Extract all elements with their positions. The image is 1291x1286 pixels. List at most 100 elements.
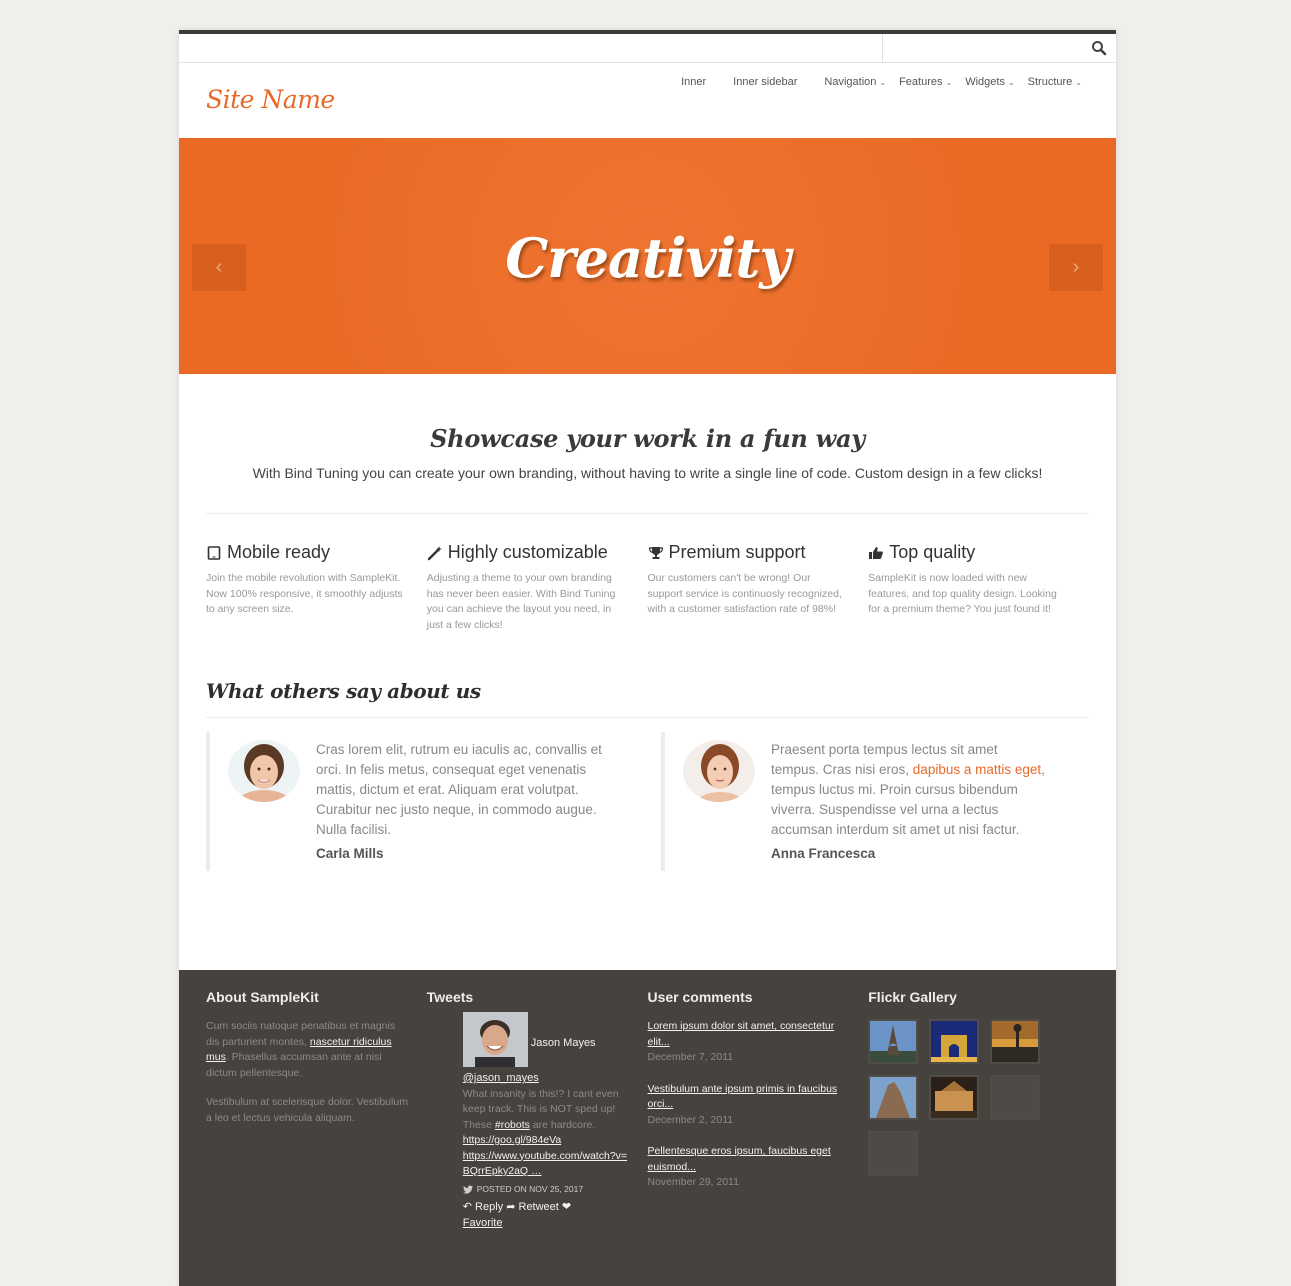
- twitter-bird-icon: [462, 1185, 473, 1194]
- testimonial-quote: Praesent porta tempus lectus sit amet te…: [771, 740, 1048, 840]
- comment-item: Pellentesque eros ipsum, faucibus eget e…: [648, 1144, 851, 1191]
- footer-column-title: About SampleKit: [206, 989, 319, 1005]
- tweet-link[interactable]: https://goo.gl/984eVa: [463, 1133, 630, 1149]
- chevron-down-icon: ⌄: [945, 77, 953, 87]
- chevron-right-icon: ›: [1072, 256, 1080, 278]
- gallery-thumbnail[interactable]: [868, 1019, 919, 1064]
- gallery-thumbnail[interactable]: [990, 1075, 1041, 1120]
- chevron-down-icon: ⌄: [1075, 77, 1082, 87]
- feature-premium-support: Premium support Our customers can't be w…: [648, 542, 869, 633]
- tweet-actions: ↶ Reply ➦ Retweet ❤ Favorite: [463, 1199, 630, 1231]
- gallery-thumbnail[interactable]: [990, 1019, 1041, 1064]
- footer-column-title: User comments: [647, 989, 753, 1005]
- about-paragraph: Vestibulum at scelerisque dolor. Vestibu…: [206, 1096, 408, 1124]
- feature-title: Highly customizable: [447, 542, 608, 562]
- search-box: [882, 34, 1116, 62]
- nav-label: Features: [899, 76, 943, 88]
- header: Site Name Inner Inner sidebar Navigation…: [179, 63, 1116, 138]
- tweet-body: What insanity is this!? I cant even keep…: [463, 1087, 630, 1134]
- comment-item: Vestibulum ante ipsum primis in faucibus…: [648, 1082, 851, 1129]
- avatar[interactable]: [462, 1012, 528, 1067]
- testimonials-title: What others say about us: [206, 679, 481, 703]
- flickr-gallery: [868, 1019, 1071, 1176]
- feature-heading: Top quality: [868, 542, 1069, 563]
- reply-icon: ↶: [462, 1201, 472, 1213]
- about-text: . Phasellus accumsan ante at nisi dictum…: [206, 1051, 382, 1079]
- comment-item: Lorem ipsum dolor sit amet, consectetur …: [648, 1019, 851, 1066]
- share-arrow-icon: ➦: [506, 1201, 516, 1213]
- feature-title: Top quality: [889, 542, 976, 562]
- feature-heading: Premium support: [648, 542, 849, 563]
- tweet-meta: POSTED ON NOV 25, 2017: [462, 1182, 630, 1198]
- avatar: [228, 740, 300, 802]
- retweet-button[interactable]: ➦ Retweet: [506, 1201, 559, 1213]
- testimonials-row: Cras lorem elit, rutrum eu iaculis ac, c…: [179, 718, 1116, 871]
- comment-link[interactable]: Lorem ipsum dolor sit amet, consectetur …: [648, 1019, 851, 1050]
- gallery-thumbnail[interactable]: [929, 1019, 980, 1064]
- tweet-link[interactable]: https://www.youtube.com/watch?v=BQrrEpky…: [463, 1149, 630, 1180]
- features-row: Mobile ready Join the mobile revolution …: [179, 514, 1116, 633]
- footer-comments: User comments Lorem ipsum dolor sit amet…: [648, 989, 869, 1286]
- gallery-thumbnail[interactable]: [868, 1131, 919, 1176]
- quote-link[interactable]: dapibus a mattis eget: [913, 762, 1041, 777]
- footer-gallery: Flickr Gallery: [868, 989, 1089, 1286]
- main-nav: Inner Inner sidebar Navigation ⌄ Features…: [654, 76, 1082, 88]
- feature-heading: Highly customizable: [427, 542, 628, 563]
- favorite-button[interactable]: Favorite: [463, 1217, 503, 1229]
- trophy-icon: [648, 546, 663, 559]
- chevron-down-icon: ⌄: [1007, 77, 1015, 87]
- tweet-author-name[interactable]: Jason Mayes: [531, 1036, 596, 1068]
- intro-title: Showcase your work in a fun way: [430, 424, 865, 453]
- nav-item-structure[interactable]: Structure ⌄: [1015, 76, 1082, 88]
- testimonial-anna: Praesent porta tempus lectus sit amet te…: [661, 732, 1088, 871]
- tablet-icon: [207, 545, 221, 560]
- intro-section: Showcase your work in a fun way With Bin…: [179, 374, 1116, 481]
- site-logo[interactable]: Site Name: [206, 85, 335, 114]
- gallery-thumbnail[interactable]: [868, 1075, 919, 1120]
- feature-text: Our customers can't be wrong! Our suppor…: [647, 572, 842, 615]
- feature-text: Adjusting a theme to your own branding h…: [426, 572, 616, 631]
- testimonial-quote: Cras lorem elit, rutrum eu iaculis ac, c…: [316, 742, 602, 837]
- nav-item-inner[interactable]: Inner: [654, 76, 706, 88]
- tweet-handle[interactable]: @jason_mayes: [463, 1071, 630, 1087]
- nav-item-widgets[interactable]: Widgets ⌄: [952, 76, 1014, 88]
- hero-slider: ‹ Creativity ›: [179, 138, 1116, 374]
- comment-date: November 29, 2011: [647, 1176, 739, 1188]
- search-icon[interactable]: [1091, 40, 1107, 56]
- favorite-label: Favorite: [462, 1217, 503, 1229]
- comment-link[interactable]: Vestibulum ante ipsum primis in faucibus…: [648, 1082, 851, 1113]
- hero-title: Creativity: [505, 226, 790, 290]
- page-container: Site Name Inner Inner sidebar Navigation…: [179, 30, 1116, 1286]
- tweet-date: POSTED ON NOV 25, 2017: [476, 1183, 584, 1194]
- testimonial-author: Anna Francesca: [771, 846, 876, 861]
- retweet-label: Retweet: [518, 1201, 559, 1213]
- thumbs-up-icon: [869, 546, 884, 559]
- feature-title: Premium support: [668, 542, 806, 562]
- nav-label: Widgets: [965, 76, 1005, 88]
- intro-text: With Bind Tuning you can create your own…: [252, 465, 1043, 481]
- nav-label: Structure: [1027, 76, 1073, 88]
- testimonial-author: Carla Mills: [316, 846, 384, 861]
- feature-highly-customizable: Highly customizable Adjusting a theme to…: [427, 542, 648, 633]
- gallery-thumbnail[interactable]: [929, 1075, 980, 1120]
- comment-date: December 2, 2011: [647, 1113, 734, 1126]
- tweet-text: are hardcore.: [529, 1118, 596, 1131]
- nav-item-features[interactable]: Features ⌄: [886, 76, 952, 88]
- reply-button[interactable]: ↶ Reply: [463, 1201, 503, 1213]
- hashtag-link[interactable]: #robots: [495, 1119, 530, 1131]
- feature-title: Mobile ready: [227, 542, 331, 562]
- nav-item-inner-sidebar[interactable]: Inner sidebar: [706, 76, 797, 88]
- footer-column-title: Flickr Gallery: [868, 989, 957, 1005]
- search-input[interactable]: [883, 34, 1116, 62]
- chevron-down-icon: ⌄: [879, 77, 887, 87]
- slider-next-button[interactable]: ›: [1049, 244, 1103, 291]
- tweet: Jason Mayes @jason_mayes What insanity i…: [427, 1012, 630, 1231]
- footer: About SampleKit Cum sociis natoque penat…: [179, 970, 1116, 1286]
- about-paragraph: Cum sociis natoque penatibus et magnis d…: [206, 1019, 409, 1081]
- feature-heading: Mobile ready: [206, 542, 407, 563]
- avatar: [683, 740, 755, 802]
- comment-link[interactable]: Pellentesque eros ipsum, faucibus eget e…: [648, 1144, 851, 1175]
- nav-item-navigation[interactable]: Navigation ⌄: [797, 76, 886, 88]
- magic-wand-icon: [427, 545, 442, 560]
- feature-top-quality: Top quality SampleKit is now loaded with…: [868, 542, 1089, 633]
